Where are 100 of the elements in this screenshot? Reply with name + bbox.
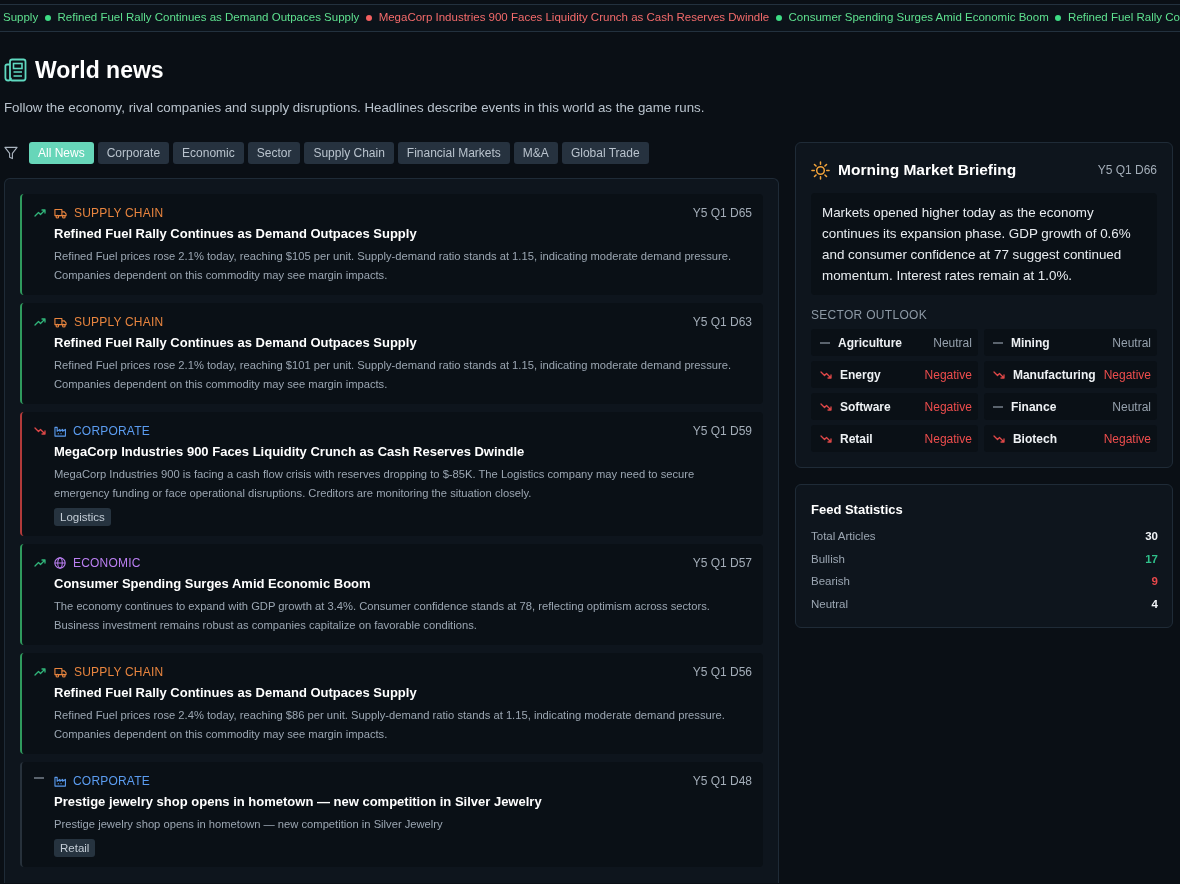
page-subtitle: Follow the economy, rival companies and supply disruptions. Headlines describe events in this world as the game runs. <box>4 99 706 117</box>
stat-value: 9 <box>1151 574 1158 589</box>
filter-tab[interactable]: Economic <box>173 142 244 164</box>
stat-label: Total Articles <box>811 529 876 544</box>
sector-outlook: Neutral <box>1112 398 1151 416</box>
trend-down-icon <box>992 370 1005 379</box>
filter-tab[interactable]: Sector <box>247 142 301 164</box>
category-label: CORPORATE <box>73 773 150 790</box>
filter-tab[interactable]: Global Trade <box>561 142 649 164</box>
article-summary: Prestige jewelry shop opens in hometown — new competition in Silver Jewelry <box>54 817 444 832</box>
filter-tab[interactable]: M&A <box>513 142 558 164</box>
status-dot-icon <box>365 15 372 21</box>
article-summary: Refined Fuel prices rose 2.4% today, reaching $86 per unit. Supply-demand ratio stands at 1.15, indicating moderate demand pressure. Companies dependent on this commodity may see margin impacts. <box>54 708 726 742</box>
sector-outlook: Negative <box>1103 430 1151 448</box>
sector-name: Manufacturing <box>1012 366 1096 384</box>
status-dot-icon <box>44 15 51 21</box>
stat-value: 4 <box>1151 596 1158 612</box>
category-label: SUPPLY CHAIN <box>74 314 164 331</box>
stat-value: 30 <box>1145 529 1158 544</box>
stat-label: Bullish <box>811 551 845 567</box>
article-summary: MegaCorp Industries 900 is facing a cash flow crisis with reserves dropping to $-85K. The Logistics company may need to secure emergency funding or face operational disruptions. Creditors are monitoring the situation closely. <box>54 467 696 501</box>
truck-icon <box>54 316 67 328</box>
trend-up-icon <box>34 209 46 217</box>
news-card[interactable] <box>20 544 763 645</box>
trend-down-icon <box>34 427 46 435</box>
sector-name: Energy <box>840 366 881 384</box>
category-label: SUPPLY CHAIN <box>74 664 164 681</box>
sector-name: Retail <box>840 430 873 448</box>
article-summary: The economy continues to expand with GDP growth at 3.4%. Consumer confidence stands at 78, reflecting optimism across sectors. Business investment remains robust as companies capitalize on favorable conditions. <box>54 599 711 633</box>
article-date: Y5 Q1 D59 <box>692 423 752 440</box>
sector-name: Software <box>840 398 891 416</box>
ticker-headline[interactable]: Refined Fuel Rally Continues as Demand Outpaces Supply <box>57 9 360 27</box>
sector-outlook: Negative <box>1103 366 1151 384</box>
trend-up-icon <box>34 559 46 567</box>
stat-label: Bearish <box>811 574 850 589</box>
sector-name: Finance <box>1010 398 1057 416</box>
trend-down-icon <box>992 434 1005 443</box>
ticker-headline[interactable]: Refined Fuel Rally Co <box>1068 9 1180 27</box>
sector-outlook: Neutral <box>1112 334 1151 352</box>
article-summary: Refined Fuel prices rose 2.1% today, reaching $105 per unit. Supply-demand ratio stands at 1.15, indicating moderate demand pressure. Companies dependent on this commodity may see margin impacts. <box>54 249 733 283</box>
globe-icon <box>54 557 66 569</box>
dash-icon <box>820 341 830 344</box>
stat-value: 17 <box>1145 551 1158 567</box>
newspaper-icon <box>4 58 27 82</box>
article-date: Y5 Q1 D63 <box>692 314 752 331</box>
tag-label: Logistics <box>54 508 111 526</box>
briefing-date: Y5 Q1 D66 <box>1097 162 1157 179</box>
article-title: Refined Fuel Rally Continues as Demand Outpaces Supply <box>54 334 418 352</box>
sector-outlook: Negative <box>924 366 972 384</box>
section-heading: SECTOR OUTLOOK <box>811 307 928 323</box>
factory-icon <box>54 775 66 787</box>
truck-icon <box>54 207 67 219</box>
sector-outlook: Negative <box>924 398 972 416</box>
article-summary: Refined Fuel prices rose 2.1% today, reaching $101 per unit. Supply-demand ratio stands at 1.15, indicating moderate demand pressure. Companies dependent on this commodity may see margin impacts. <box>54 358 733 392</box>
article-title: Consumer Spending Surges Amid Economic Boom <box>54 575 372 593</box>
news-card[interactable] <box>20 653 763 754</box>
filter-tab[interactable]: Corporate <box>97 142 170 164</box>
trend-down-icon <box>820 434 832 443</box>
status-dot-icon <box>1055 15 1062 21</box>
news-card[interactable] <box>20 412 763 536</box>
dash-icon <box>992 341 1003 344</box>
truck-icon <box>54 666 67 678</box>
news-card[interactable] <box>20 303 763 404</box>
article-title: Refined Fuel Rally Continues as Demand Outpaces Supply <box>54 684 418 702</box>
filter-tab[interactable]: Supply Chain <box>304 142 394 164</box>
article-date: Y5 Q1 D56 <box>692 664 752 681</box>
page-title: World news <box>35 57 164 83</box>
sun-icon <box>811 160 830 180</box>
news-card[interactable] <box>20 194 763 295</box>
ticker-headline[interactable]: Supply <box>3 9 39 27</box>
article-title: Refined Fuel Rally Continues as Demand Outpaces Supply <box>54 225 418 243</box>
factory-icon <box>54 425 66 437</box>
trend-up-icon <box>34 318 46 326</box>
category-label: ECONOMIC <box>73 555 141 572</box>
statistics-title: Feed Statistics <box>811 501 904 519</box>
briefing-title: Morning Market Briefing <box>838 160 1017 181</box>
trend-down-icon <box>820 370 832 379</box>
category-label: CORPORATE <box>73 423 150 440</box>
article-date: Y5 Q1 D48 <box>692 773 752 790</box>
sector-outlook: Negative <box>924 430 972 448</box>
article-date: Y5 Q1 D65 <box>692 205 752 222</box>
status-dot-icon <box>775 15 782 21</box>
sector-name: Biotech <box>1012 430 1057 448</box>
ticker-headline[interactable]: MegaCorp Industries 900 Faces Liquidity Crunch as Cash Reserves Dwindle <box>378 9 770 27</box>
trend-down-icon <box>820 402 832 411</box>
sector-name: Mining <box>1010 334 1050 352</box>
ticker-headline[interactable]: Consumer Spending Surges Amid Economic Boom <box>788 9 1049 27</box>
news-card[interactable]: CORPORATE Y5 Q1 D48 Prestige jewelry shop opens in hometown — new competition in Silver Jewelry Prestige jewelry shop opens in hometown — new competition in Silver Jewelry Retail <box>20 762 763 867</box>
category-label: SUPPLY CHAIN <box>74 205 164 222</box>
stat-label: Neutral <box>811 596 849 612</box>
article-title: MegaCorp Industries 900 Faces Liquidity Crunch as Cash Reserves Dwindle <box>54 443 526 461</box>
article-title: Prestige jewelry shop opens in hometown — new competition in Silver Jewelry <box>54 793 543 811</box>
briefing-text: Markets opened higher today as the economy continues its expansion phase. GDP growth of 0.6% and consumer confidence at 77 suggest continued momentum. Interest rates remain at 1.0%. <box>811 193 1157 295</box>
article-date: Y5 Q1 D57 <box>692 555 752 572</box>
dash-icon <box>34 777 44 779</box>
trend-up-icon <box>34 668 46 676</box>
dash-icon <box>992 405 1003 408</box>
tag-label: Retail <box>54 839 96 857</box>
filter-icon <box>4 146 18 160</box>
filter-tab[interactable]: Financial Markets <box>397 142 510 164</box>
